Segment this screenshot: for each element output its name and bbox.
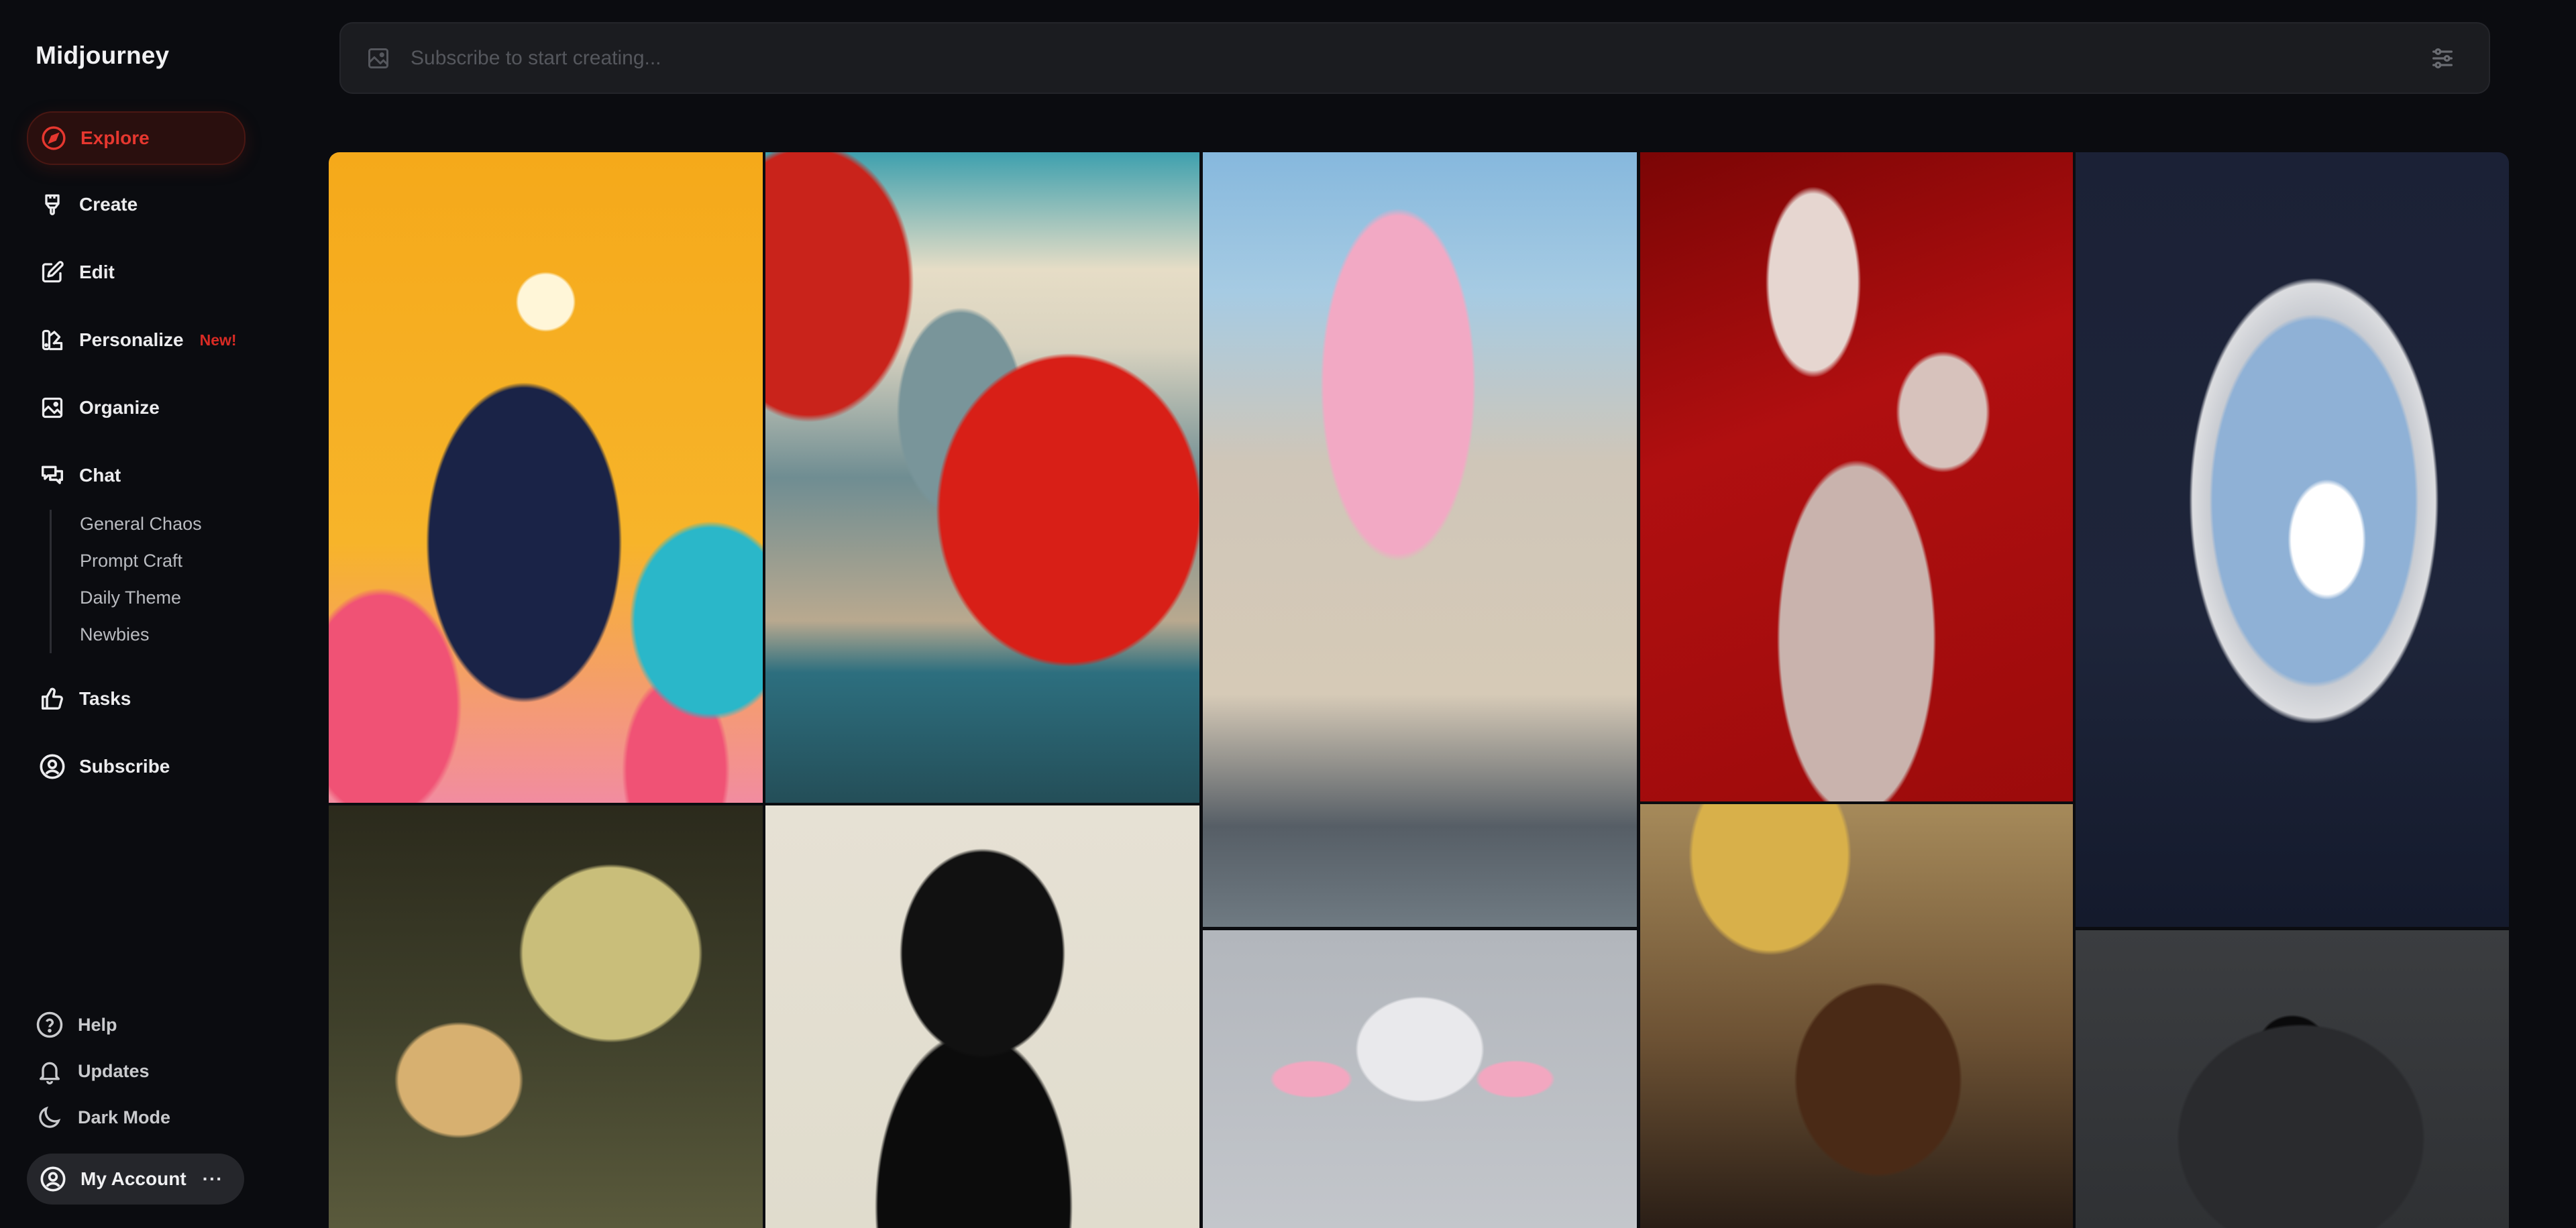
sidebar-item-label: Chat [79, 465, 121, 486]
gallery-image-hoodie[interactable]: Faceless figure in a fluffy black hoodie [2076, 930, 2509, 1228]
compass-icon [40, 125, 67, 152]
sidebar-item-subscribe[interactable]: Subscribe [27, 741, 244, 792]
gallery-image-masquerade[interactable]: Masquerade woman in a golden ballroom [1640, 804, 2073, 1228]
updates-label: Updates [78, 1060, 150, 1081]
gallery-image-forest[interactable]: Red autumn trees by a lake with a Japane… [765, 152, 1199, 803]
gallery-image-girl[interactable]: Illustrated girl with black bob and oran… [765, 805, 1199, 1228]
my-account-button[interactable]: My Account ··· [27, 1154, 244, 1205]
user-circle-icon [39, 1165, 67, 1193]
new-badge: New! [199, 331, 237, 349]
sidebar: Midjourney Explore Create Edit Personali… [0, 0, 295, 1228]
gallery-image-moose[interactable]: Whimsical navy moose with crescent moon … [329, 152, 763, 803]
my-account-label: My Account [80, 1168, 186, 1189]
help-label: Help [78, 1014, 117, 1035]
gallery-image-snake[interactable]: Chrome mirrored snake on red background [1640, 152, 2073, 801]
gallery-image-cow[interactable]: Cow looking through an airplane window [2076, 152, 2509, 927]
dark-mode-toggle[interactable]: Dark Mode [35, 1099, 170, 1136]
prompt-bar [339, 22, 2490, 94]
sidebar-item-label: Tasks [79, 688, 131, 709]
app-logo[interactable]: Midjourney [36, 42, 169, 70]
sidebar-item-personalize[interactable]: Personalize New! [27, 315, 244, 366]
paintbrush-icon [39, 191, 66, 218]
sidebar-item-label: Edit [79, 262, 115, 282]
sidebar-item-edit[interactable]: Edit [27, 247, 244, 298]
gallery-image-balloons[interactable]: Pink heart-shaped balloons over a Parisi… [1203, 152, 1637, 927]
gallery-image-fairy[interactable]: Golden fairy with translucent wings [329, 805, 763, 1228]
bell-icon [35, 1056, 64, 1086]
sidebar-item-label: Personalize [79, 329, 184, 350]
sidebar-item-label: Create [79, 194, 138, 215]
moon-icon [35, 1103, 64, 1132]
image-icon [39, 394, 66, 421]
help-circle-icon [35, 1010, 64, 1040]
chat-bubbles-icon [39, 462, 66, 489]
swatch-icon [39, 327, 66, 353]
sidebar-item-label: Organize [79, 397, 160, 418]
thumbs-up-icon [39, 685, 66, 712]
updates-button[interactable]: Updates [35, 1052, 150, 1090]
help-button[interactable]: Help [35, 1006, 117, 1044]
chat-room-newbies[interactable]: Newbies [80, 624, 150, 645]
sidebar-item-tasks[interactable]: Tasks [27, 673, 244, 724]
dark-mode-label: Dark Mode [78, 1107, 171, 1127]
chat-room-prompt-craft[interactable]: Prompt Craft [80, 551, 182, 571]
edit-pencil-icon [39, 259, 66, 286]
prompt-input[interactable] [409, 46, 2428, 70]
gallery-image-statue[interactable]: Marble statue wearing pink headphones an… [1203, 930, 1637, 1228]
sliders-icon[interactable] [2428, 44, 2457, 72]
image-icon[interactable] [365, 45, 392, 72]
sidebar-item-explore[interactable]: Explore [27, 111, 246, 165]
sidebar-item-label: Explore [80, 127, 150, 148]
sidebar-item-label: Subscribe [79, 756, 170, 777]
sidebar-item-create[interactable]: Create [27, 179, 244, 230]
chat-room-daily-theme[interactable]: Daily Theme [80, 588, 181, 608]
chat-room-general-chaos[interactable]: General Chaos [80, 514, 202, 535]
sidebar-item-chat[interactable]: Chat [27, 450, 244, 501]
user-circle-icon [39, 753, 66, 780]
sidebar-item-organize[interactable]: Organize [27, 382, 244, 433]
chat-rooms-list: General Chaos Prompt Craft Daily Theme N… [50, 510, 253, 653]
more-options-icon[interactable]: ··· [203, 1168, 223, 1190]
